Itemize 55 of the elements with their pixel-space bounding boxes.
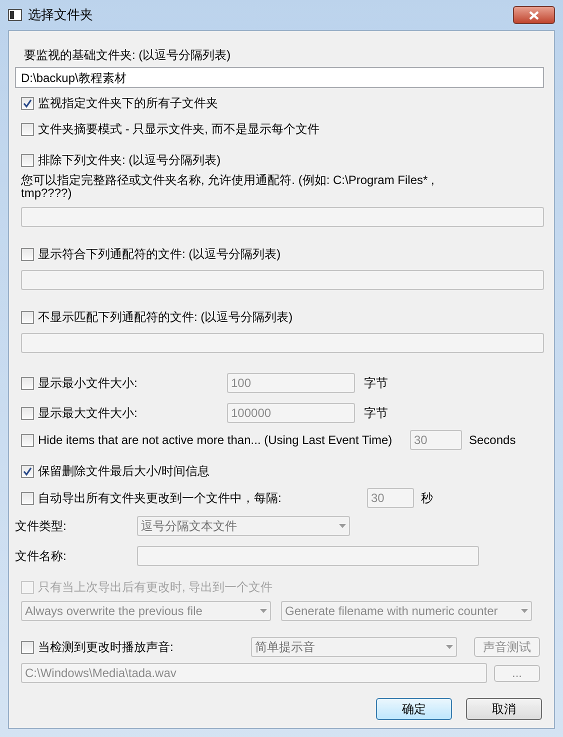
checkbox-label: Hide items that are not active more than... (Using Last Event Time) xyxy=(38,432,392,449)
checkbox-label: 监视指定文件夹下的所有子文件夹 xyxy=(38,95,218,112)
checkbox[interactable] xyxy=(21,640,34,654)
dropdown-arrow-icon xyxy=(446,645,453,649)
checkbox[interactable] xyxy=(21,464,34,478)
dialog-button[interactable]: 取消 xyxy=(466,698,542,720)
checkbox-label: 排除下列文件夹: (以逗号分隔列表) xyxy=(38,152,221,169)
check-icon xyxy=(23,98,32,108)
checkbox-label: 保留删除文件最后大小/时间信息 xyxy=(38,463,210,480)
checkbox-label: 显示最小文件大小: xyxy=(38,375,138,392)
checkbox[interactable] xyxy=(21,154,34,166)
folder-input[interactable]: D:\backup\教程素材 xyxy=(15,67,544,88)
filter-field[interactable] xyxy=(21,270,544,290)
checkbox-label: 不显示匹配下列通配符的文件: (以逗号分隔列表) xyxy=(38,309,293,326)
dropdown[interactable]: 逗号分隔文本文件 xyxy=(137,516,350,536)
dropdown-arrow-icon xyxy=(339,524,346,528)
window-icon xyxy=(8,9,22,21)
close-icon xyxy=(529,10,539,20)
dropdown-arrow-icon xyxy=(521,609,528,613)
checkbox[interactable] xyxy=(21,310,34,324)
dialog-button[interactable]: 确定 xyxy=(376,698,452,720)
checkbox-label: 当检测到更改时播放声音: xyxy=(38,639,174,656)
close-button[interactable] xyxy=(513,6,555,24)
unit-label: 秒 xyxy=(421,490,433,507)
unit-label: 字节 xyxy=(364,405,388,422)
field-label: 文件类型: xyxy=(15,518,68,535)
checkbox-label: 显示符合下列通配符的文件: (以逗号分隔列表) xyxy=(38,246,281,263)
sound-path-field[interactable]: C:\Windows\Media\tada.wav xyxy=(21,663,487,683)
checkbox[interactable] xyxy=(21,434,34,446)
checkbox-label: 只有当上次导出后有更改时, 导出到一个文件 xyxy=(38,579,273,596)
unit-label: Seconds xyxy=(469,432,516,449)
checkbox[interactable] xyxy=(21,492,34,504)
field-label: 文件名称: xyxy=(15,548,68,565)
checkbox[interactable] xyxy=(21,122,34,136)
dropdown-arrow-icon xyxy=(260,609,267,613)
sound-test-button[interactable]: 声音测试 xyxy=(474,637,540,657)
field-label: 要监视的基础文件夹: (以逗号分隔列表) xyxy=(24,48,232,62)
checkbox[interactable] xyxy=(21,96,34,110)
browse-button[interactable]: ... xyxy=(494,664,540,682)
dropdown[interactable]: Generate filename with numeric counter xyxy=(281,601,532,621)
file-name-field[interactable] xyxy=(137,546,479,566)
dropdown[interactable]: 简单提示音 xyxy=(251,637,457,657)
hint-text: 您可以指定完整路径或文件夹名称, 允许使用通配符. (例如: C:\Program Files* , tmp????) xyxy=(21,174,436,200)
window-title: 选择文件夹 xyxy=(28,6,93,24)
filter-field[interactable] xyxy=(21,207,544,227)
checkbox-label: 文件夹摘要模式 - 只显示文件夹, 而不是显示每个文件 xyxy=(38,121,320,138)
check-icon xyxy=(23,466,32,476)
checkbox[interactable] xyxy=(21,376,34,390)
dropdown[interactable]: Always overwrite the previous file xyxy=(21,601,271,621)
checkbox[interactable] xyxy=(21,406,34,420)
checkbox[interactable] xyxy=(21,248,34,260)
checkbox-label: 自动导出所有文件夹更改到一个文件中，每隔: xyxy=(38,490,282,507)
filter-field[interactable] xyxy=(21,333,544,353)
unit-label: 字节 xyxy=(364,375,388,392)
checkbox-label: 显示最大文件大小: xyxy=(38,405,138,422)
